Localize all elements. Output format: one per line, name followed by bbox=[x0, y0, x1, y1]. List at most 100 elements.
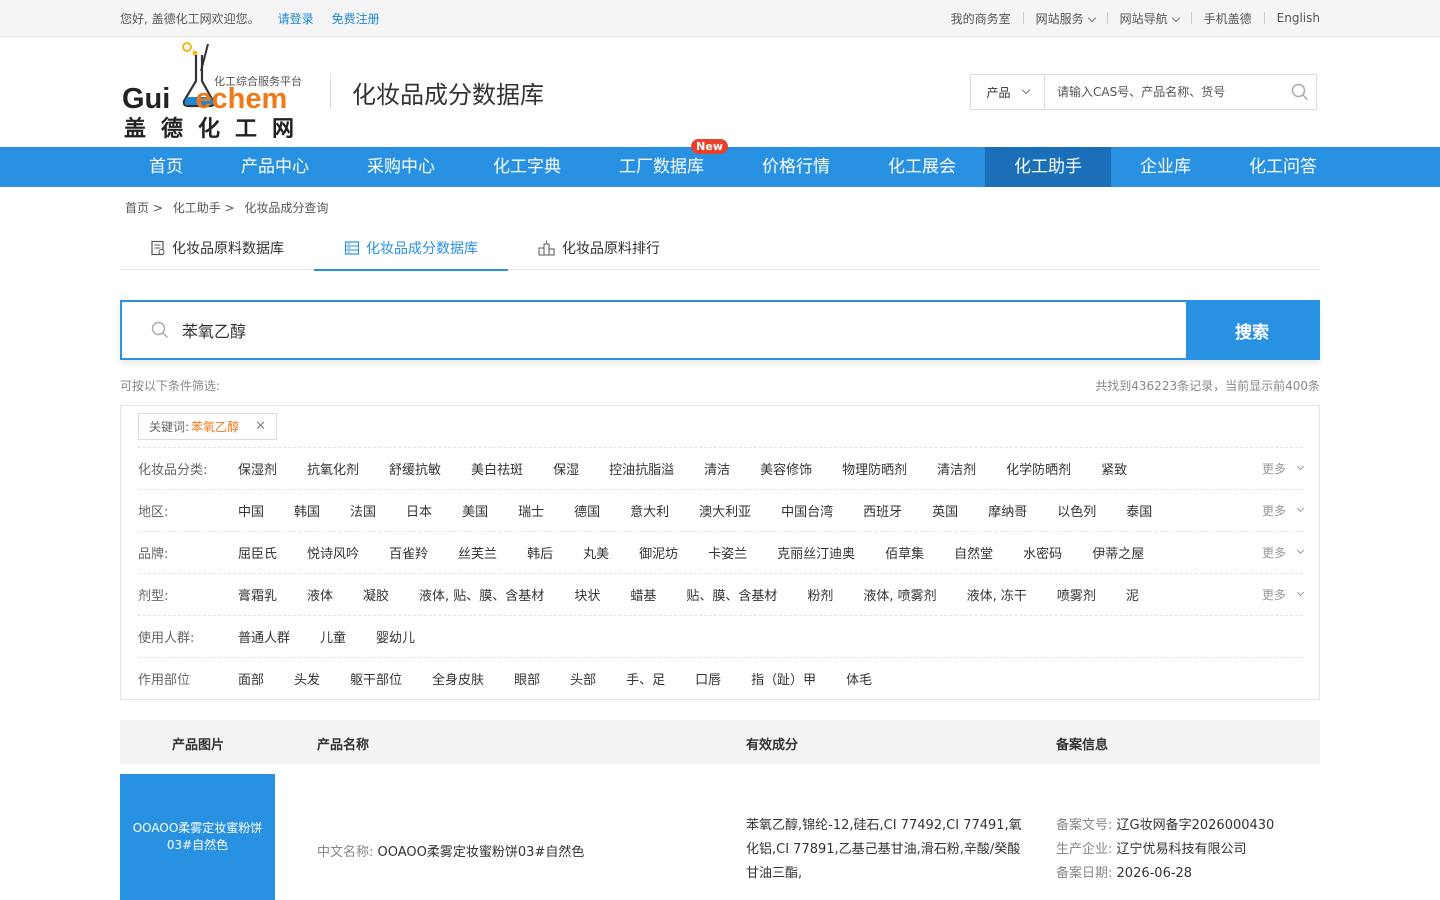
filter-option[interactable]: 块状 bbox=[574, 585, 600, 604]
filter-option[interactable]: 日本 bbox=[406, 501, 432, 520]
register-link[interactable]: 免费注册 bbox=[332, 10, 380, 27]
filter-option[interactable]: 以色列 bbox=[1057, 501, 1096, 520]
filter-option[interactable]: 抗氧化剂 bbox=[307, 459, 359, 478]
site-services-menu[interactable]: 网站服务 bbox=[1036, 10, 1096, 27]
filter-option[interactable]: 丝芙兰 bbox=[458, 543, 497, 562]
filter-option[interactable]: 中国 bbox=[238, 501, 264, 520]
filter-option[interactable]: 瑞士 bbox=[518, 501, 544, 520]
filter-option[interactable]: 体毛 bbox=[846, 669, 872, 688]
filter-option[interactable]: 卡姿兰 bbox=[708, 543, 747, 562]
filter-option[interactable]: 美国 bbox=[462, 501, 488, 520]
filter-option[interactable]: 摩纳哥 bbox=[988, 501, 1027, 520]
filter-option[interactable]: 自然堂 bbox=[954, 543, 993, 562]
filter-option[interactable]: 蜡基 bbox=[630, 585, 656, 604]
filter-option[interactable]: 儿童 bbox=[320, 627, 346, 646]
header-search-input[interactable] bbox=[1045, 75, 1284, 109]
filter-option[interactable]: 西班牙 bbox=[863, 501, 902, 520]
filter-option[interactable]: 液体, 冻干 bbox=[967, 585, 1027, 604]
filter-option[interactable]: 粉剂 bbox=[807, 585, 833, 604]
filter-option[interactable]: 口唇 bbox=[695, 669, 721, 688]
filter-option[interactable]: 面部 bbox=[238, 669, 264, 688]
filter-option[interactable]: 法国 bbox=[350, 501, 376, 520]
mobile-link[interactable]: 手机盖德 bbox=[1204, 10, 1252, 27]
my-office-link[interactable]: 我的商务室 bbox=[951, 10, 1011, 27]
filter-option[interactable]: 保湿 bbox=[553, 459, 579, 478]
filter-option[interactable]: 澳大利亚 bbox=[699, 501, 751, 520]
filter-option[interactable]: 佰草集 bbox=[885, 543, 924, 562]
nav-item-factory-db[interactable]: 工厂数据库 New bbox=[590, 139, 733, 187]
filter-option[interactable]: 英国 bbox=[932, 501, 958, 520]
filter-option[interactable]: 凝胶 bbox=[363, 585, 389, 604]
filter-option[interactable]: 丸美 bbox=[583, 543, 609, 562]
filter-option[interactable]: 中国台湾 bbox=[781, 501, 833, 520]
filter-option[interactable]: 清洁剂 bbox=[937, 459, 976, 478]
filter-option[interactable]: 眼部 bbox=[514, 669, 540, 688]
filter-more-button[interactable]: 更多 bbox=[1262, 586, 1305, 603]
nav-item-home[interactable]: 首页 bbox=[120, 147, 212, 187]
filter-option[interactable]: 液体 bbox=[307, 585, 333, 604]
close-icon[interactable]: ✕ bbox=[255, 419, 266, 434]
filter-option[interactable]: 婴幼儿 bbox=[376, 627, 415, 646]
filter-option[interactable]: 普通人群 bbox=[238, 627, 290, 646]
breadcrumb-assistant[interactable]: 化工助手 > bbox=[173, 201, 235, 215]
filter-option[interactable]: 液体, 喷雾剂 bbox=[863, 585, 936, 604]
filter-option[interactable]: 舒缓抗敏 bbox=[389, 459, 441, 478]
english-link[interactable]: English bbox=[1277, 11, 1320, 25]
tab-ingredient-db[interactable]: 化妆品成分数据库 bbox=[314, 226, 508, 271]
filter-option[interactable]: 全身皮肤 bbox=[432, 669, 484, 688]
filter-option[interactable]: 头发 bbox=[294, 669, 320, 688]
filter-option[interactable]: 喷雾剂 bbox=[1057, 585, 1096, 604]
filter-option[interactable]: 紧致 bbox=[1101, 459, 1127, 478]
nav-item-assistant[interactable]: 化工助手 bbox=[985, 147, 1111, 187]
nav-item-companies[interactable]: 企业库 bbox=[1111, 147, 1220, 187]
filter-option[interactable]: 泰国 bbox=[1126, 501, 1152, 520]
filter-option[interactable]: 韩后 bbox=[527, 543, 553, 562]
filter-more-button[interactable]: 更多 bbox=[1262, 460, 1305, 477]
filter-option[interactable]: 物理防晒剂 bbox=[842, 459, 907, 478]
site-logo[interactable]: 化工综合服务平台 Gui echem 盖德化工网 bbox=[122, 41, 312, 142]
nav-item-purchasing[interactable]: 采购中心 bbox=[338, 147, 464, 187]
filter-option[interactable]: 化学防晒剂 bbox=[1006, 459, 1071, 478]
search-category-select[interactable]: 产品 bbox=[971, 75, 1045, 109]
nav-item-exhibitions[interactable]: 化工展会 bbox=[859, 147, 985, 187]
filter-option[interactable]: 百雀羚 bbox=[389, 543, 428, 562]
product-name-link[interactable]: OOAOO柔雾定妆蜜粉饼03#自然色 bbox=[378, 845, 585, 860]
nav-item-products[interactable]: 产品中心 bbox=[212, 147, 338, 187]
nav-item-dictionary[interactable]: 化工字典 bbox=[464, 147, 590, 187]
filter-option[interactable]: 指（趾）甲 bbox=[751, 669, 816, 688]
login-link[interactable]: 请登录 bbox=[278, 10, 314, 27]
nav-item-qa[interactable]: 化工问答 bbox=[1220, 147, 1346, 187]
filter-option[interactable]: 躯干部位 bbox=[350, 669, 402, 688]
filter-more-button[interactable]: 更多 bbox=[1262, 502, 1305, 519]
tab-ranking[interactable]: 化妆品原料排行 bbox=[508, 226, 690, 270]
filter-option[interactable]: 手、足 bbox=[626, 669, 665, 688]
filter-option[interactable]: 泥 bbox=[1126, 585, 1139, 604]
filter-option[interactable]: 贴、膜、含基材 bbox=[686, 585, 777, 604]
filter-more-button[interactable]: 更多 bbox=[1262, 544, 1305, 561]
nav-item-prices[interactable]: 价格行情 bbox=[733, 147, 859, 187]
filter-option[interactable]: 膏霜乳 bbox=[238, 585, 277, 604]
filter-option[interactable]: 克丽丝汀迪奥 bbox=[777, 543, 855, 562]
filter-option[interactable]: 德国 bbox=[574, 501, 600, 520]
filter-option[interactable]: 液体, 贴、膜、含基材 bbox=[419, 585, 544, 604]
filter-option[interactable]: 屈臣氏 bbox=[238, 543, 277, 562]
filter-option[interactable]: 伊蒂之屋 bbox=[1092, 543, 1144, 562]
product-image[interactable]: OOAOO柔雾定妆蜜粉饼03#自然色 bbox=[120, 774, 275, 900]
filter-option[interactable]: 韩国 bbox=[294, 501, 320, 520]
search-button[interactable]: 搜索 bbox=[1186, 302, 1318, 358]
filter-option[interactable]: 美白祛斑 bbox=[471, 459, 523, 478]
search-icon[interactable] bbox=[1284, 83, 1316, 101]
filter-option[interactable]: 头部 bbox=[570, 669, 596, 688]
filter-option[interactable]: 意大利 bbox=[630, 501, 669, 520]
filter-option[interactable]: 保湿剂 bbox=[238, 459, 277, 478]
ingredient-search-input[interactable] bbox=[178, 302, 1186, 358]
breadcrumb-home[interactable]: 首页 > bbox=[125, 201, 163, 215]
filter-option[interactable]: 控油抗脂溢 bbox=[609, 459, 674, 478]
filter-option[interactable]: 美容修饰 bbox=[760, 459, 812, 478]
filter-option[interactable]: 御泥坊 bbox=[639, 543, 678, 562]
filter-option[interactable]: 悦诗风吟 bbox=[307, 543, 359, 562]
filter-option[interactable]: 清洁 bbox=[704, 459, 730, 478]
site-nav-menu[interactable]: 网站导航 bbox=[1120, 10, 1180, 27]
tab-raw-material-db[interactable]: 化妆品原料数据库 bbox=[120, 226, 314, 270]
filter-option[interactable]: 水密码 bbox=[1023, 543, 1062, 562]
